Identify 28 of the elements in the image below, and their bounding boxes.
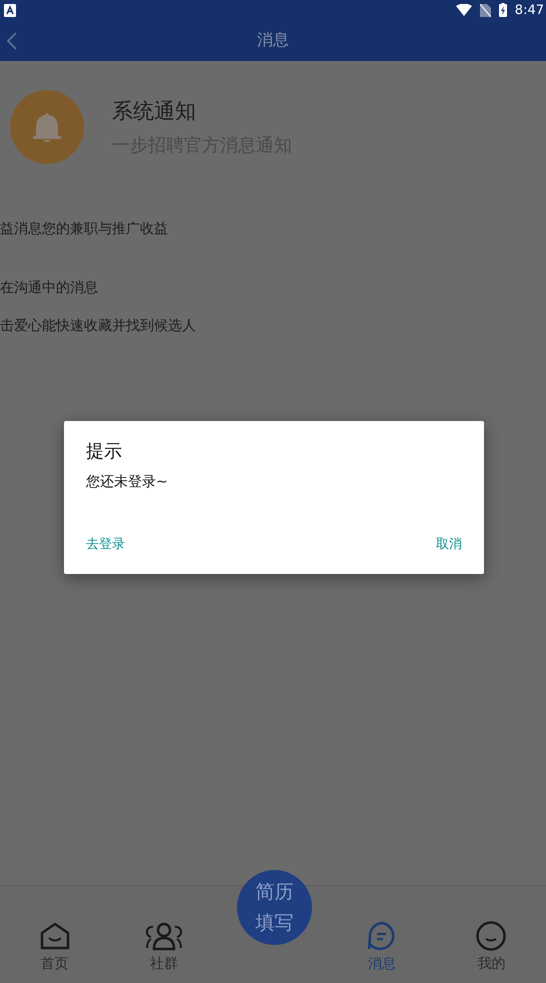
login-button[interactable]: 去登录 [86,531,125,557]
bell-icon [32,111,62,143]
home-icon [38,921,71,951]
message-text: 在沟通中的消息 [0,279,99,297]
dialog-title: 提示 [86,440,123,463]
notice-title: 系统通知 [112,98,197,125]
back-icon[interactable] [6,32,18,50]
resume-button[interactable]: 简历 填写 [237,870,312,945]
nav-label: 首页 [40,955,69,973]
nav-label: 社群 [150,955,178,973]
message-text: 益消息您的兼职与推广收益 [0,220,169,238]
people-icon [144,921,183,951]
nav-tab[interactable]: 消息 [328,921,437,973]
clock-time: 8:47 [514,2,544,18]
nav-tab[interactable]: 我的 [436,921,546,973]
no-sim-icon [480,4,491,16]
message-text: 击爱心能快速收藏并找到候选人 [0,317,197,335]
nav-label: 我的 [477,955,506,973]
dialog-message: 您还未登录~ [86,473,169,491]
wifi-icon [456,4,472,16]
page-title: 消息 [257,30,289,51]
app-notification-icon [4,4,16,16]
battery-icon [498,3,507,17]
nav-label: 消息 [368,955,396,973]
nav-tab[interactable]: 社群 [109,921,218,973]
nav-tab[interactable]: 首页 [0,921,110,973]
smiley-icon [475,921,508,951]
cancel-button[interactable]: 取消 [436,531,462,557]
